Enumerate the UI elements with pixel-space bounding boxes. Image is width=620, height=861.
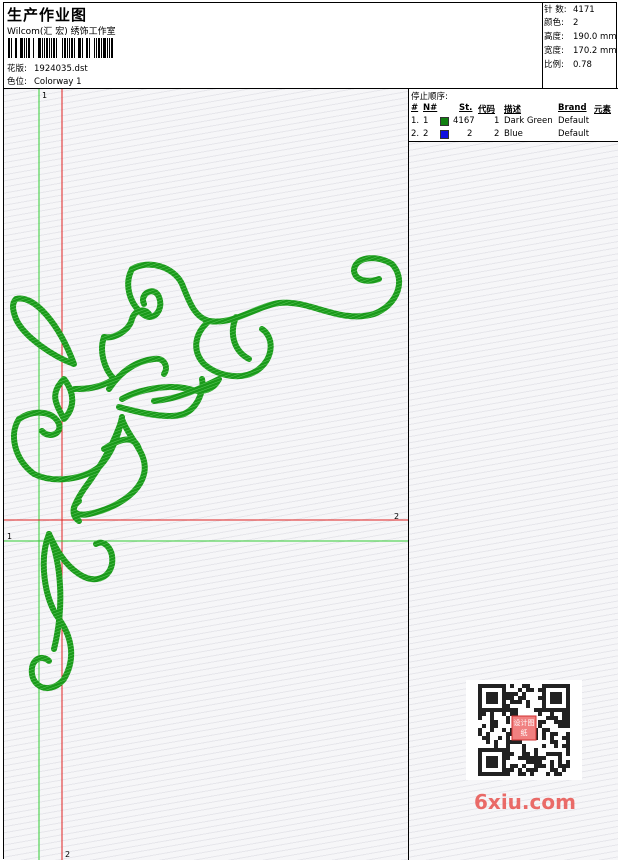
row-1-stitches: 4167: [453, 116, 475, 126]
row-2-color-swatch: [440, 130, 449, 139]
guide-label-h1: 1: [7, 532, 12, 541]
row-1-description: Dark Green: [504, 116, 553, 126]
sheet-title: 生产作业图: [7, 4, 87, 25]
stat-value: 0.78: [573, 60, 592, 70]
col-code: 代码: [478, 103, 495, 115]
row-1-index: 1.: [411, 116, 419, 126]
guide-label-v1: 1: [42, 91, 47, 100]
design-label: 花版:: [7, 62, 34, 74]
row-1-code: 1: [494, 116, 499, 126]
guide-label-h2: 2: [394, 512, 399, 521]
row-2-needle: 2: [423, 129, 428, 139]
colorway-row: 色位: Colorway 1: [7, 75, 82, 87]
row-2-index: 2.: [411, 129, 419, 139]
stitch-paths: [13, 258, 399, 688]
design-file-name: 1924035.dst: [34, 64, 88, 74]
row-2-stitches: 2: [467, 129, 472, 139]
col-brand: Brand: [558, 103, 587, 113]
stat-stitches: 针 数: 4171: [544, 4, 595, 17]
row-1-brand: Default: [558, 116, 589, 126]
stop-sequence-title: 停止顺序:: [411, 90, 448, 102]
stat-colors: 颜色: 2: [544, 17, 578, 30]
design-file-row: 花版: 1924035.dst: [7, 62, 88, 74]
header-panel: 生产作业图 Wilcom(汇 宏) 绣饰工作室 花版: 1924035.dst 色…: [4, 3, 542, 89]
col-needle: N#: [423, 103, 437, 113]
col-index: #: [411, 103, 418, 113]
col-element: 元素: [594, 103, 611, 115]
design-canvas[interactable]: 1 1 2 2: [4, 89, 409, 860]
stat-value: 2: [573, 18, 578, 28]
stat-scale: 比例: 0.78: [544, 59, 592, 72]
qr-stamp-label: 设计图纸: [513, 718, 535, 738]
guide-label-v2: 2: [65, 850, 70, 859]
stat-label: 宽度:: [544, 45, 573, 58]
stat-value: 170.2 mm: [573, 46, 617, 56]
watermark-logo: 6xiu.com: [474, 790, 576, 814]
studio-subtitle: Wilcom(汇 宏) 绣饰工作室: [7, 24, 116, 37]
stats-panel: 针 数: 4171 颜色: 2 高度: 190.0 mm 宽度: 170.2 mm 比例…: [542, 3, 618, 89]
stat-label: 针 数:: [544, 4, 573, 17]
stop-sequence-table: 停止顺序: # N# St. 代码 描述 Brand 元素 1. 1 4167 …: [409, 89, 618, 142]
stat-label: 比例:: [544, 59, 573, 72]
row-2-brand: Default: [558, 129, 589, 139]
col-description: 描述: [504, 103, 521, 115]
colorway-label: 色位:: [7, 75, 34, 87]
stat-width: 宽度: 170.2 mm: [544, 45, 617, 58]
embroidery-design: 1 1 2 2: [4, 89, 409, 860]
stat-label: 高度:: [544, 31, 573, 44]
col-stitches: St.: [459, 103, 472, 113]
stat-value: 190.0 mm: [573, 32, 617, 42]
row-2-description: Blue: [504, 129, 523, 139]
colorway-name: Colorway 1: [34, 77, 82, 87]
stat-value: 4171: [573, 5, 595, 15]
qr-code-icon: 设计图纸: [466, 680, 582, 780]
stat-label: 颜色:: [544, 17, 573, 30]
row-1-color-swatch: [440, 117, 449, 126]
barcode-icon: [8, 38, 142, 58]
stat-height: 高度: 190.0 mm: [544, 31, 617, 44]
row-1-needle: 1: [423, 116, 428, 126]
row-2-code: 2: [494, 129, 499, 139]
